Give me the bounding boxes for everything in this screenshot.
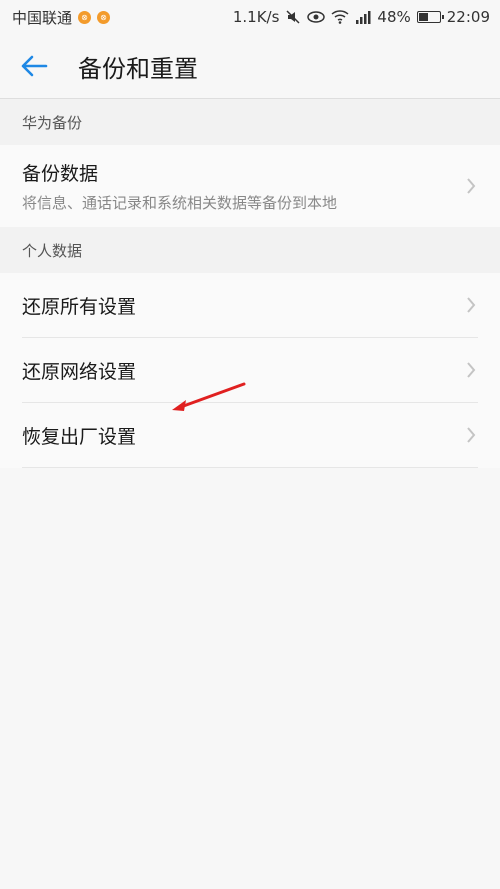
reset-all-settings-item[interactable]: 还原所有设置 [0,273,500,337]
back-button[interactable] [20,46,60,86]
status-left: 中国联通 ⊗ ⊗ [12,7,111,28]
battery-icon [416,11,444,23]
item-title: 还原网络设置 [22,360,137,383]
section-header-personal-data: 个人数据 [0,227,500,273]
carrier-name: 中国联通 [12,8,73,27]
chevron-right-icon [464,295,478,315]
page-title: 备份和重置 [78,54,198,83]
chevron-right-icon [464,425,478,445]
chevron-right-icon [464,176,478,196]
notification-badge-icon: ⊗ [97,10,111,24]
item-title: 还原所有设置 [22,295,137,318]
annotation-arrow-icon [172,382,246,411]
backup-data-item[interactable]: 备份数据 将信息、通话记录和系统相关数据等备份到本地 [0,145,500,227]
arrow-left-icon [21,55,48,77]
notification-badge-icon: ⊗ [78,10,92,24]
item-subtitle: 将信息、通话记录和系统相关数据等备份到本地 [22,194,338,212]
battery-percent: 48% [377,8,411,26]
app-bar: 备份和重置 [0,34,500,98]
status-right: 1.1K/s 48% 22:09 [233,8,490,26]
list-personal-data: 还原所有设置 还原网络设置 恢复出厂设置 [0,273,500,468]
item-title: 备份数据 [22,163,99,185]
battery-fill [418,13,428,21]
wifi-icon [331,10,349,24]
mute-icon [285,9,301,25]
reset-network-settings-item[interactable]: 还原网络设置 [0,338,500,402]
clock: 22:09 [446,8,490,26]
section-header-huawei-backup: 华为备份 [0,99,500,145]
factory-reset-item[interactable]: 恢复出厂设置 [0,403,500,467]
item-title: 恢复出厂设置 [22,425,137,448]
network-speed: 1.1K/s [232,8,280,26]
item-texts: 备份数据 将信息、通话记录和系统相关数据等备份到本地 [22,159,337,213]
chevron-right-icon [464,360,478,380]
status-bar: 中国联通 ⊗ ⊗ 1.1K/s 48% 22:09 [0,0,500,34]
list-huawei-backup: 备份数据 将信息、通话记录和系统相关数据等备份到本地 [0,145,500,227]
signal-icon [355,10,371,24]
eye-comfort-icon [307,10,326,24]
divider [22,467,478,468]
